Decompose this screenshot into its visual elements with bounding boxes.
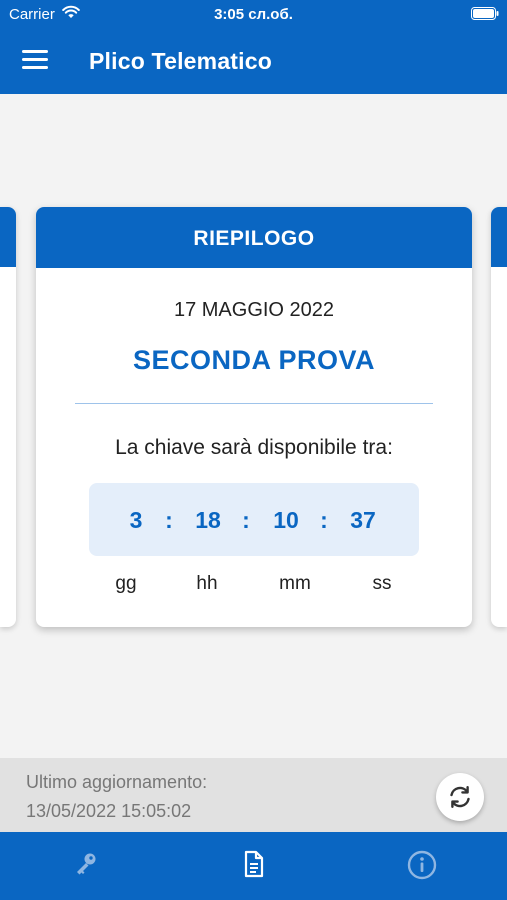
countdown-minutes: 10	[273, 507, 299, 533]
last-update-bar: Ultimo aggiornamento: 13/05/2022 15:05:0…	[0, 758, 507, 832]
countdown-timer: 3 : 18 : 10 : 37	[89, 483, 419, 556]
last-update-label: Ultimo aggiornamento:	[26, 772, 208, 792]
tab-info[interactable]	[338, 832, 507, 900]
refresh-icon	[450, 786, 470, 808]
last-update-timestamp: 13/05/2022 15:05:02	[26, 801, 192, 821]
tab-bar	[0, 832, 507, 900]
next-card[interactable]	[491, 207, 507, 627]
divider	[75, 403, 433, 404]
status-bar: Carrier 3:05 сл.об.	[0, 0, 507, 30]
exam-name: SECONDA PROVA	[132, 345, 376, 375]
label-days: gg	[115, 573, 137, 594]
label-hours: hh	[196, 573, 218, 594]
countdown-separator: :	[320, 507, 328, 533]
document-icon	[244, 850, 264, 878]
label-seconds: ss	[372, 573, 392, 594]
countdown-days: 3	[129, 507, 143, 533]
tab-key[interactable]	[0, 832, 169, 900]
card-header: RIEPILOGO	[36, 207, 472, 268]
page-title: Plico Telematico	[89, 48, 272, 74]
tab-document[interactable]	[169, 832, 338, 900]
availability-message: La chiave sarà disponibile tra:	[115, 436, 393, 459]
info-icon	[407, 850, 437, 880]
previous-card[interactable]	[0, 207, 16, 627]
top-bar: Carrier 3:05 сл.об. Plico Telematico	[0, 0, 507, 94]
summary-card: RIEPILOGO 17 MAGGIO 2022 SECONDA PROVA L…	[36, 207, 472, 627]
key-icon	[77, 853, 96, 875]
label-minutes: mm	[279, 573, 311, 594]
status-time: 3:05 сл.об.	[214, 6, 293, 23]
countdown-separator: :	[242, 507, 250, 533]
refresh-button[interactable]	[436, 773, 484, 821]
countdown-hours: 18	[195, 507, 221, 533]
exam-date: 17 MAGGIO 2022	[173, 299, 335, 321]
app-bar: Plico Telematico	[0, 30, 507, 94]
battery-icon	[471, 7, 499, 20]
countdown-seconds: 37	[350, 507, 376, 533]
countdown-separator: :	[165, 507, 173, 533]
hamburger-menu-icon[interactable]	[22, 50, 48, 70]
